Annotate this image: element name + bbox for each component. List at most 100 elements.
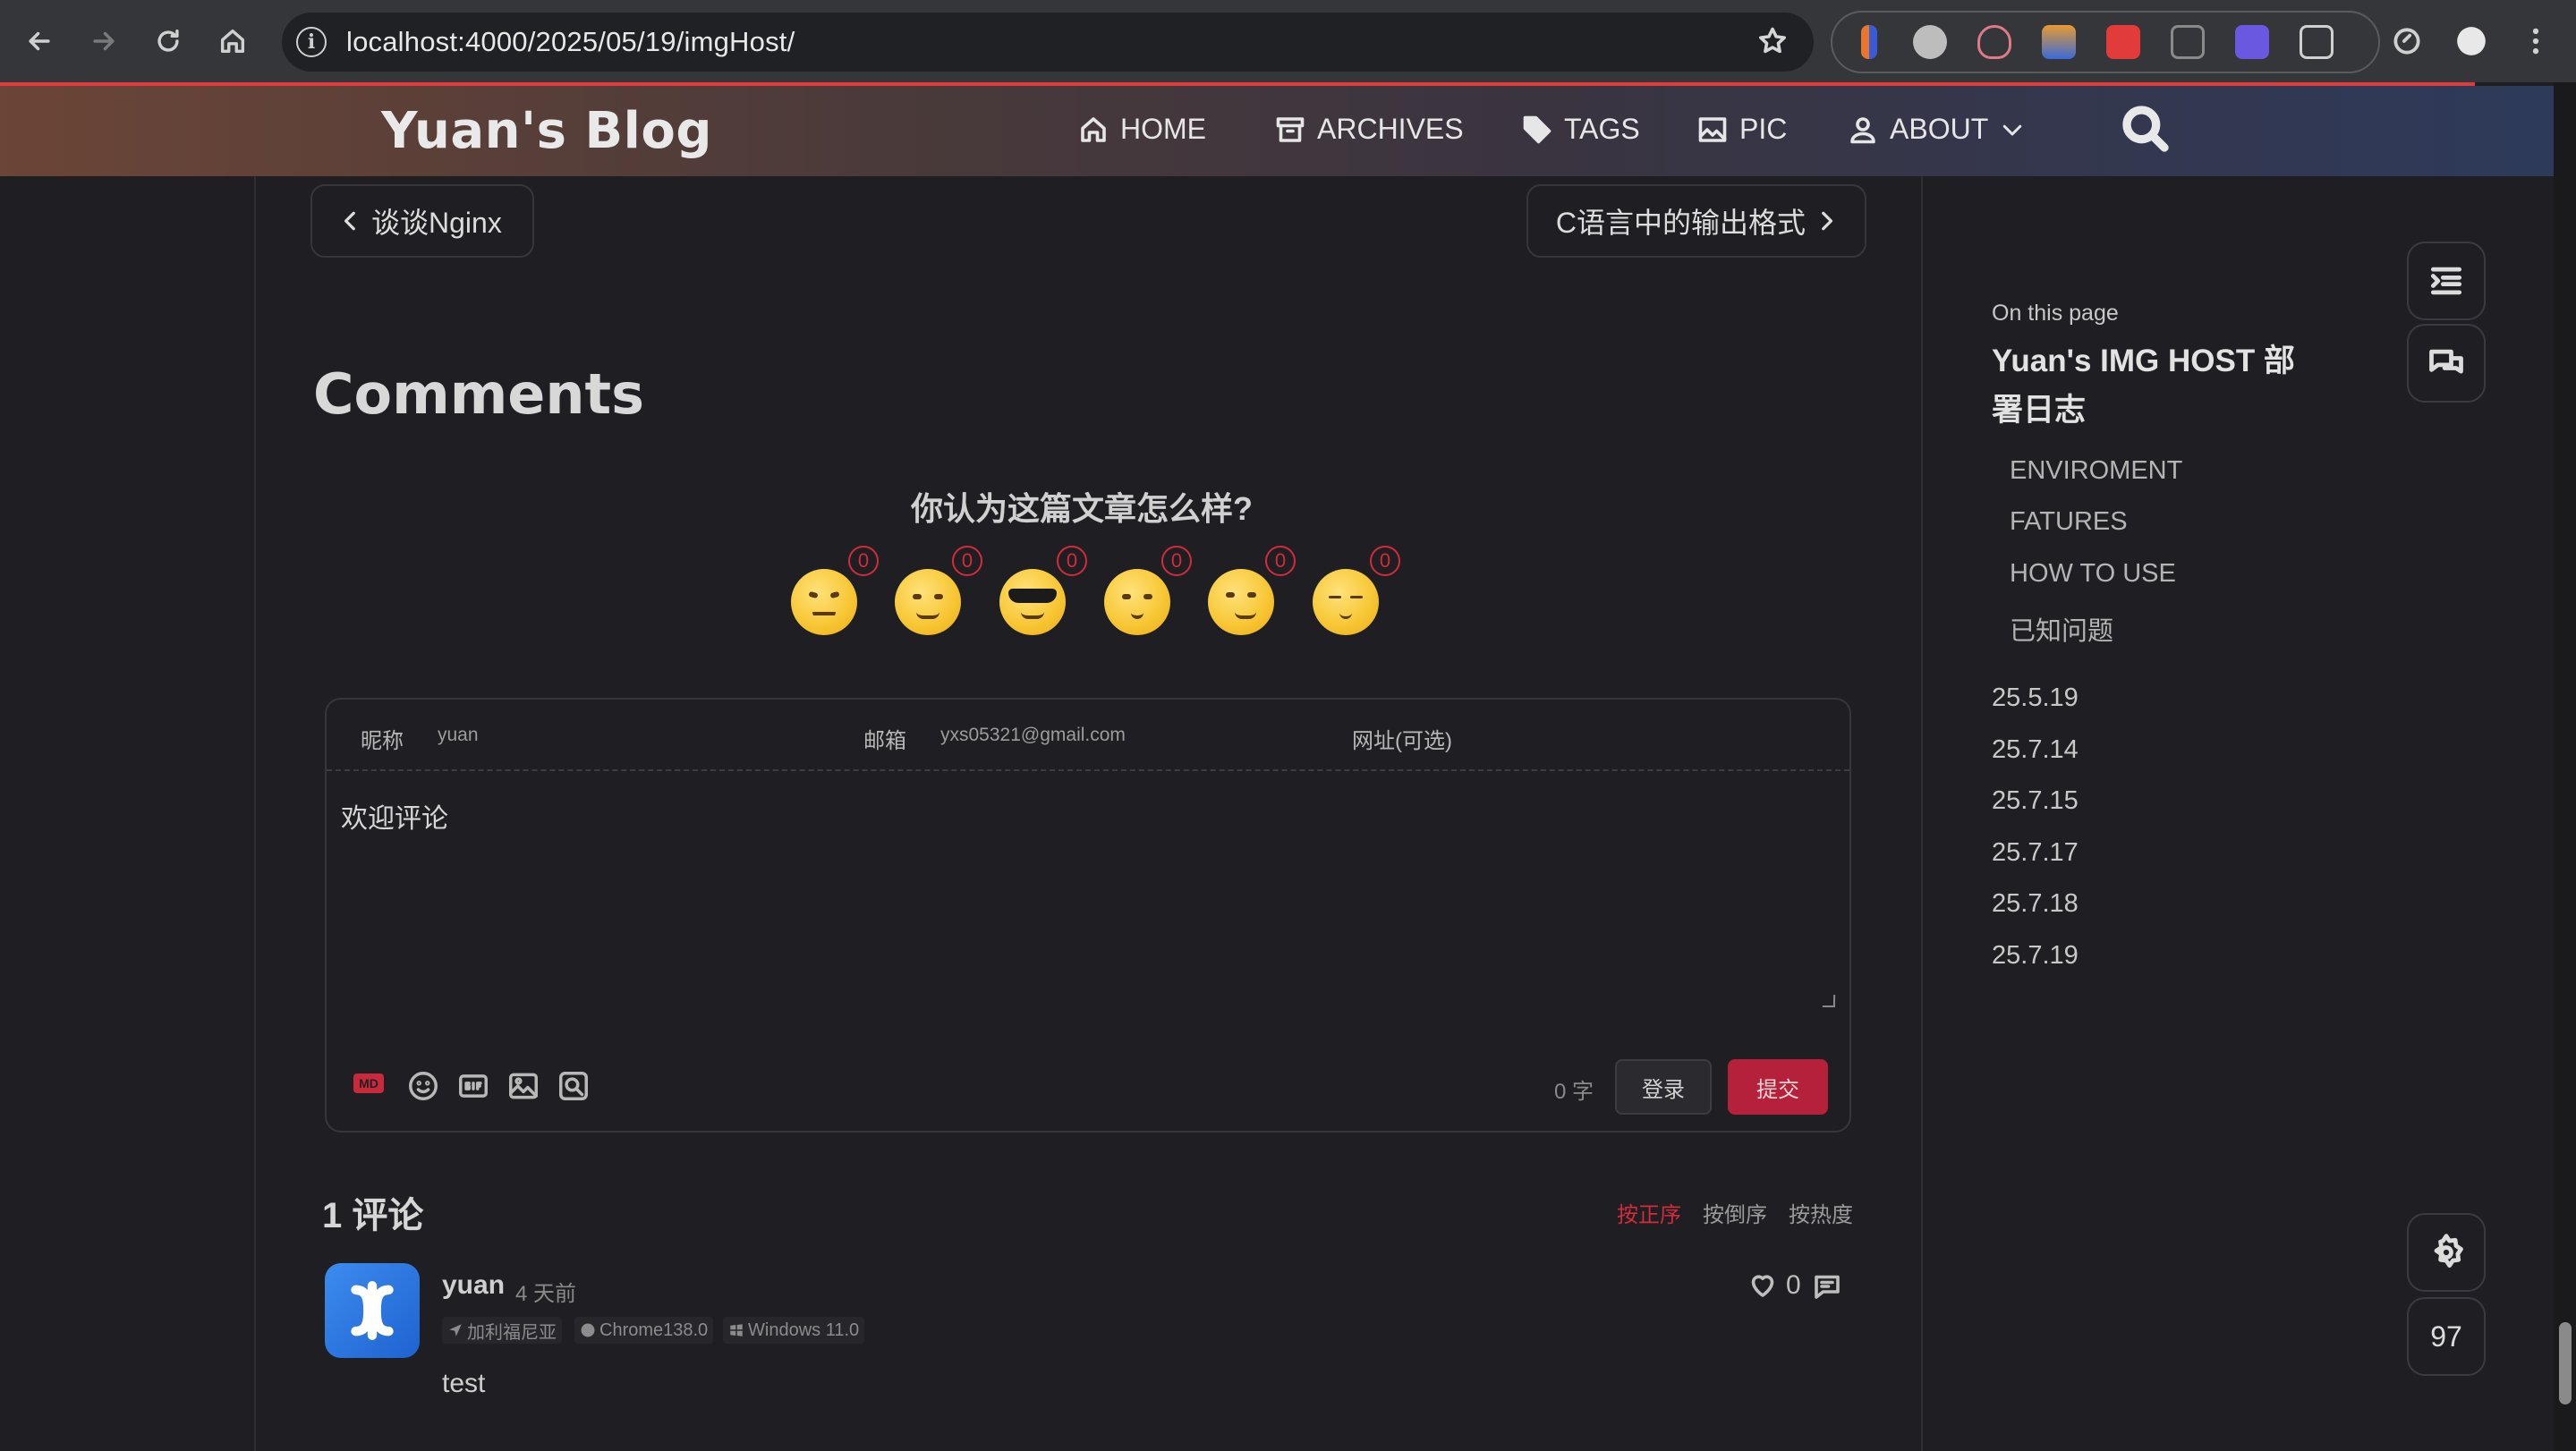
toc-toggle-button[interactable] <box>2407 242 2486 320</box>
bookmark-star-icon[interactable] <box>1756 25 1789 57</box>
cat-extension-icon[interactable] <box>1977 25 2011 59</box>
toc-item[interactable]: 25.7.17 <box>1992 838 2079 868</box>
tag-icon <box>1523 115 1552 143</box>
reaction-count-badge: 0 <box>952 546 982 576</box>
url-text[interactable]: localhost:4000/2025/05/19/imgHost/ <box>346 26 795 58</box>
nav-home-label: HOME <box>1120 113 1206 145</box>
nav-archives-label: ARCHIVES <box>1317 113 1464 145</box>
submit-button[interactable]: 提交 <box>1728 1059 1828 1115</box>
browser-text: Chrome138.0 <box>599 1319 709 1340</box>
nav-tags-label: TAGS <box>1564 113 1640 145</box>
toc-item[interactable]: 25.7.19 <box>1992 941 2079 971</box>
toc-sub-item[interactable]: 已知问题 <box>2010 610 2113 648</box>
back-arrow-icon <box>29 31 50 51</box>
word-count: 0 字 <box>1554 1080 1594 1104</box>
address-bar[interactable]: i localhost:4000/2025/05/19/imgHost/ <box>282 13 1814 72</box>
nickname-input[interactable]: yuan <box>438 725 479 746</box>
extension-4-icon[interactable] <box>2042 25 2076 59</box>
prev-post-button[interactable]: 谈谈Nginx <box>310 184 534 258</box>
toc-sub-item[interactable]: HOW TO USE <box>2010 559 2176 589</box>
extension-6-icon[interactable] <box>2171 25 2205 59</box>
reply-button[interactable] <box>1811 1270 1843 1303</box>
extensions-puzzle-icon[interactable] <box>2300 25 2334 59</box>
adblock-extension-icon[interactable] <box>1913 25 1947 59</box>
toc-item[interactable]: 25.7.14 <box>1992 735 2079 765</box>
back-button[interactable] <box>18 20 61 63</box>
nav-about[interactable]: ABOUT <box>1847 113 2026 146</box>
home-icon <box>1081 116 1106 142</box>
nav-archives[interactable]: ARCHIVES <box>1274 113 1464 146</box>
comment-count-heading: 1 评论 <box>322 1196 424 1235</box>
profile-avatar[interactable] <box>2450 20 2493 63</box>
scroll-progress-button[interactable]: 97 <box>2407 1297 2486 1376</box>
site-info-icon[interactable]: i <box>296 27 327 57</box>
hug-emoji-icon <box>895 569 961 635</box>
reaction-thinking[interactable]: 0 <box>791 546 879 635</box>
os-tag: Windows 11.0 <box>723 1317 865 1344</box>
smile-icon <box>409 1072 438 1100</box>
browser-menu-icon[interactable] <box>2514 20 2557 63</box>
comments-jump-button[interactable] <box>2407 324 2486 403</box>
email-input[interactable]: yxs05321@gmail.com <box>940 725 1126 746</box>
archive-icon <box>1276 116 1305 142</box>
nav-tags[interactable]: TAGS <box>1521 113 1640 146</box>
extensions-tray <box>1831 11 2380 73</box>
toc-title[interactable]: Yuan's IMG HOST 部署日志 <box>1992 336 2314 435</box>
browser-toolbar: i localhost:4000/2025/05/19/imgHost/ <box>0 0 2576 82</box>
comment-author[interactable]: yuan <box>442 1270 505 1301</box>
sort-descending[interactable]: 按倒序 <box>1703 1197 1767 1228</box>
browser-tag: Chrome138.0 <box>574 1317 714 1344</box>
gif-button[interactable] <box>455 1068 491 1104</box>
comment-textarea[interactable]: 欢迎评论 <box>341 796 448 836</box>
reaction-shush[interactable]: 0 <box>1104 546 1192 635</box>
toc-sub-item[interactable]: ENVIROMENT <box>2010 456 2182 486</box>
page-scrollbar[interactable] <box>2554 82 2576 1451</box>
forward-arrow-icon <box>93 31 115 51</box>
sort-ascending[interactable]: 按正序 <box>1617 1197 1681 1228</box>
website-input[interactable]: 网址(可选) <box>1352 723 1452 754</box>
chrome-icon <box>581 1323 595 1337</box>
image-upload-button[interactable] <box>506 1068 541 1104</box>
os-text: Windows 11.0 <box>748 1319 860 1340</box>
extension-5-icon[interactable] <box>2106 25 2140 59</box>
extension-7-icon[interactable] <box>2235 25 2269 59</box>
smirk-emoji-icon <box>1208 569 1274 635</box>
like-button[interactable] <box>1747 1269 1779 1301</box>
reaction-question: 你认为这篇文章怎么样? <box>911 490 1253 527</box>
reload-button[interactable] <box>147 20 190 63</box>
toc-item[interactable]: 25.7.15 <box>1992 786 2079 816</box>
settings-button[interactable] <box>2407 1213 2486 1292</box>
reaction-hug[interactable]: 0 <box>895 546 982 635</box>
reaction-sleepy[interactable]: 0 <box>1313 546 1400 635</box>
reaction-count-badge: 0 <box>1161 546 1192 576</box>
textarea-resize-handle[interactable] <box>1822 995 1836 1007</box>
heart-icon <box>1751 1275 1774 1297</box>
site-title[interactable]: Yuan's Blog <box>381 102 712 160</box>
search-button[interactable] <box>2121 104 2174 157</box>
shush-emoji-icon <box>1104 569 1170 635</box>
toc-sub-item[interactable]: FATURES <box>2010 507 2128 537</box>
reaction-cool[interactable]: 0 <box>999 546 1087 635</box>
markdown-icon[interactable]: MD <box>353 1073 384 1093</box>
comment-body: test <box>442 1369 486 1398</box>
toc-item[interactable]: 25.7.18 <box>1992 889 2079 919</box>
nav-home[interactable]: HOME <box>1077 113 1206 146</box>
extension-1-icon[interactable] <box>1861 25 1877 59</box>
nav-pic[interactable]: PIC <box>1696 113 1787 146</box>
reaction-count-badge: 0 <box>848 546 879 576</box>
bilibili-style-logo-icon <box>351 1281 394 1340</box>
home-button[interactable] <box>211 20 254 63</box>
scrollbar-thumb[interactable] <box>2559 1322 2572 1404</box>
preview-button[interactable] <box>556 1068 591 1104</box>
login-button[interactable]: 登录 <box>1615 1059 1712 1115</box>
emoji-picker-button[interactable] <box>405 1068 441 1104</box>
location-text: 加利福尼亚 <box>467 1322 557 1343</box>
sort-popular[interactable]: 按热度 <box>1789 1197 1853 1228</box>
forward-button[interactable] <box>82 20 125 63</box>
toc-item[interactable]: 25.5.19 <box>1992 683 2079 713</box>
avatar[interactable] <box>325 1263 420 1358</box>
next-post-button[interactable]: C语言中的输出格式 <box>1526 184 1866 258</box>
performance-icon[interactable] <box>2385 20 2428 63</box>
reaction-smirk[interactable]: 0 <box>1208 546 1296 635</box>
comment-meta-row: 昵称 yuan 邮箱 yxs05321@gmail.com 网址(可选) <box>327 700 1849 771</box>
